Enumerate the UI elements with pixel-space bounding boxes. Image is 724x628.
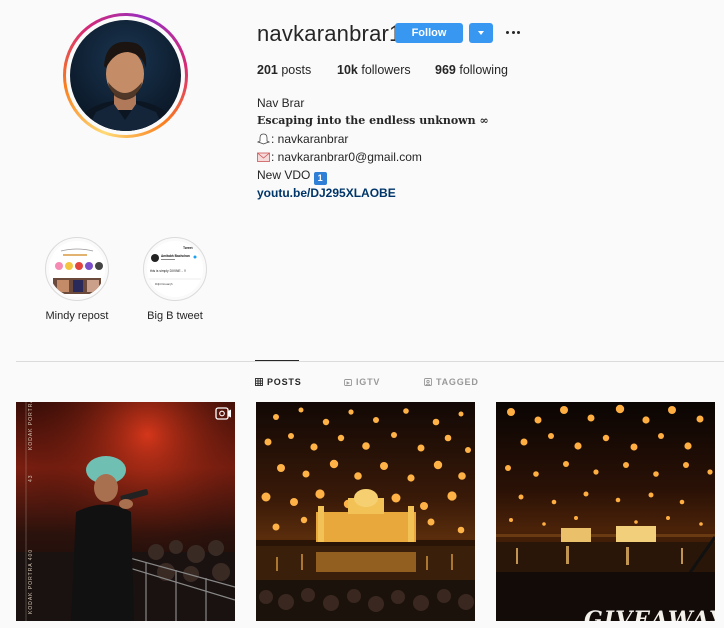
ghost-icon [256,132,271,145]
posts-count: 201 posts [257,63,312,77]
bio-email: : navkaranbrar0@gmail.com [257,148,489,166]
follow-button[interactable]: Follow [395,23,463,43]
highlight-label: Mindy repost [45,310,109,322]
highlight-cover [49,241,105,297]
bio-tagline: Escaping into the endless unknown ∞ [257,114,489,127]
film-border-text: KODAK PORTRA 400 [28,402,34,450]
post-thumbnail[interactable]: 43 KODAK PORTRA 400 KODAK PORTRA 400 [16,402,235,621]
profile-avatar-ring[interactable] [63,13,188,138]
post-image [16,402,235,621]
highlight-label: Big B tweet [147,310,203,322]
tweet-text: this is simply DIVINE .. !! [150,269,186,273]
avatar[interactable] [70,20,181,131]
following-link[interactable]: 969 following [435,63,508,77]
profile-name: Nav Brar [257,96,305,110]
tweet-header: Tweet [183,246,193,250]
tab-igtv[interactable]: IGTV [344,377,380,387]
profile-bio: Nav Brar Escaping into the endless unkno… [256,94,489,202]
bio-snapchat: : navkaranbrar [256,130,489,148]
post-thumbnail[interactable] [256,402,475,621]
tag-icon [424,378,432,386]
film-border-text: 43 [28,474,34,482]
post-image [256,407,475,621]
post-thumbnail[interactable]: GIVEAWAY [496,402,715,621]
post-image [496,404,715,621]
active-tab-indicator [255,360,299,361]
grid-icon [255,378,263,386]
highlight-mindy-repost[interactable]: Mindy repost [44,237,110,322]
film-border-text: KODAK PORTRA 400 [28,548,34,614]
igtv-icon [344,378,352,386]
suggestions-dropdown-button[interactable] [469,23,493,43]
tabs-divider [16,361,724,362]
tweet-footer: Diljit Dosanjh [155,282,173,286]
more-options-icon[interactable] [505,24,521,40]
bio-link-line: youtu.be/DJ295XLAOBE [257,184,489,202]
highlight-big-b-tweet[interactable]: Tweet Amitabh Bachchan this is simply DI… [142,237,208,322]
giveaway-text: GIVEAWAY [584,607,715,621]
bio-new-video: New VDO 1 [257,166,489,185]
tweet-author: Amitabh Bachchan [161,254,190,258]
bio-link[interactable]: youtu.be/DJ295XLAOBE [257,186,396,200]
followers-link[interactable]: 10k followers [337,63,411,77]
tab-posts[interactable]: POSTS [255,377,302,387]
envelope-icon [257,150,270,162]
tab-tagged[interactable]: TAGGED [424,377,479,387]
username: navkaranbrar1 [257,21,402,46]
highlight-cover: Tweet Amitabh Bachchan this is simply DI… [147,241,203,297]
